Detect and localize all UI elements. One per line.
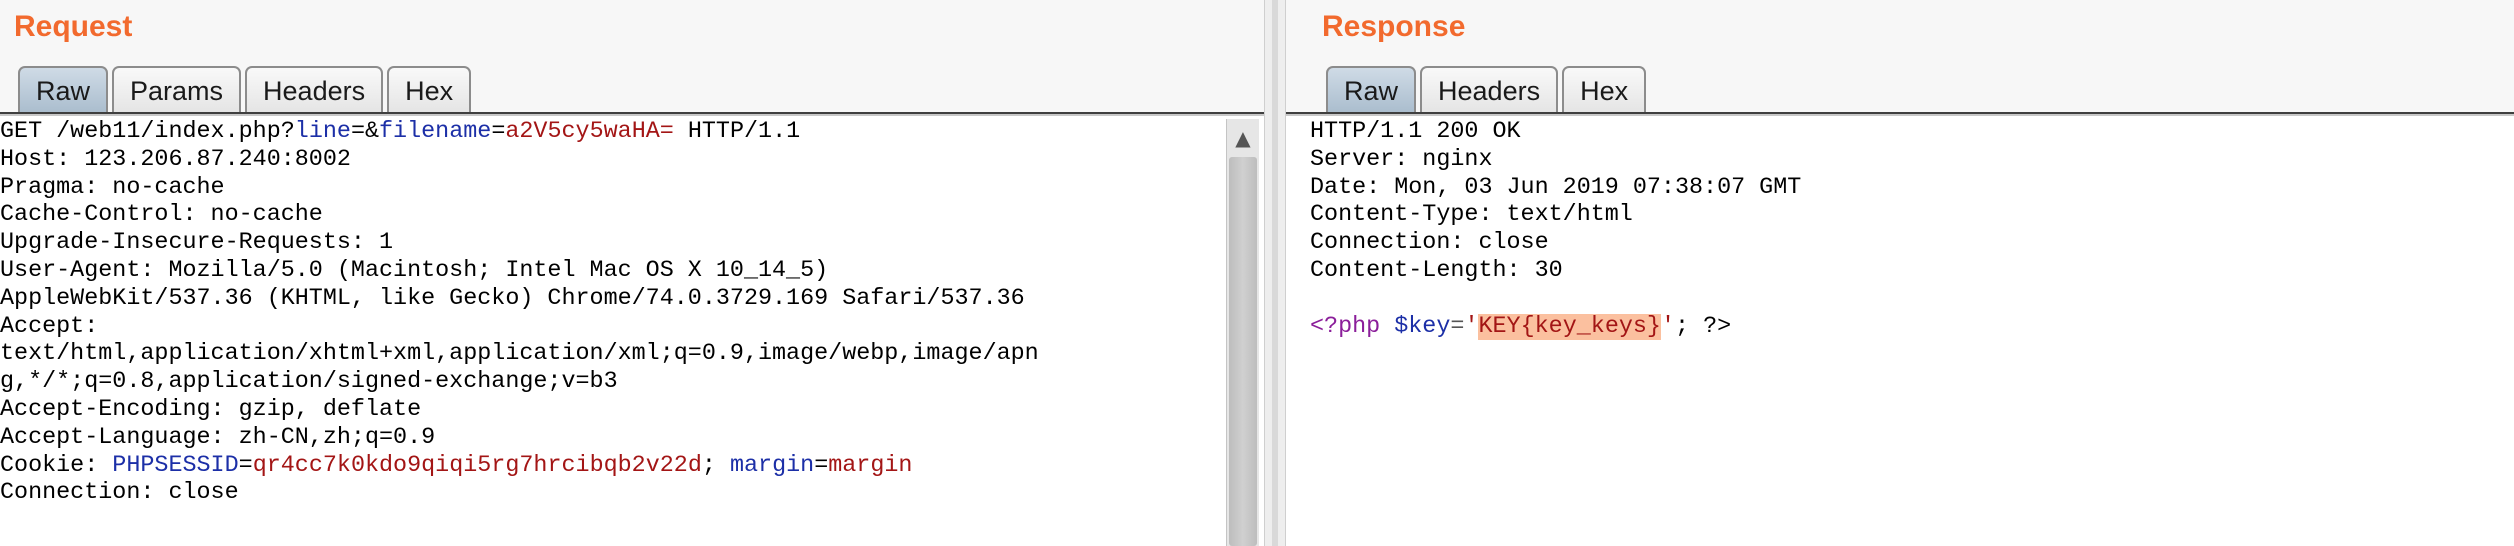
request-method-path: GET /web11/index.php? — [0, 119, 295, 145]
request-header-line: Host: 123.206.87.240:8002 — [0, 146, 351, 173]
cookie-name-phpsessid: PHPSESSID — [112, 452, 239, 479]
response-tab-divider — [1286, 112, 2514, 116]
pane-splitter[interactable] — [1264, 0, 1286, 546]
request-tabs: Raw Params Headers Hex — [18, 66, 472, 114]
response-header-line: Connection: close — [1310, 230, 1549, 257]
cookie-equals: = — [814, 452, 829, 479]
request-header-line: Connection: close — [0, 480, 239, 507]
response-tab-raw[interactable]: Raw — [1326, 66, 1417, 114]
request-pane: Request Raw Params Headers Hex GET /web1… — [0, 0, 1264, 546]
cookie-line: Cookie: PHPSESSID=qr4cc7k0kdo9qiqi5rg7hr… — [0, 453, 1039, 481]
request-title: Request — [14, 10, 133, 43]
request-header-line: Cache-Control: no-cache — [0, 202, 323, 229]
request-scrollbar[interactable]: ▲ — [1226, 119, 1259, 546]
request-line: GET /web11/index.php?line=&filename=a2V5… — [0, 119, 1039, 147]
php-close-tag: ; ?> — [1675, 313, 1732, 340]
response-body-line: <?php $key='KEY{key_keys}'; ?> — [1310, 313, 1801, 342]
flag-value: KEY{key_keys} — [1478, 313, 1661, 340]
cookie-label: Cookie: — [0, 452, 113, 479]
response-editor[interactable]: HTTP/1.1 200 OK Server: nginx Date: Mon, 0… — [1310, 119, 1801, 341]
php-variable: $key — [1394, 313, 1451, 340]
php-open-tag: <?php — [1310, 313, 1381, 340]
cookie-separator: ; — [701, 452, 730, 479]
response-header-line: Content-Type: text/html — [1310, 202, 1633, 229]
request-header-line: Pragma: no-cache — [0, 174, 225, 201]
php-space — [1380, 314, 1394, 340]
cookie-name-margin: margin — [729, 452, 815, 479]
request-header-line: text/html,application/xhtml+xml,applicat… — [0, 341, 1039, 368]
response-tabs: Raw Headers Hex — [1326, 66, 1647, 114]
param-name-line: line — [294, 119, 351, 145]
request-tab-raw[interactable]: Raw — [18, 66, 109, 114]
http-version: HTTP/1.1 — [673, 119, 801, 145]
scrollbar-thumb[interactable] — [1229, 157, 1257, 546]
response-pane: Response Raw Headers Hex HTTP/1.1 200 OK… — [1286, 0, 2514, 546]
response-title: Response — [1322, 10, 1466, 43]
request-header-line: Accept-Language: zh-CN,zh;q=0.9 — [0, 424, 436, 451]
php-quote: ' — [1660, 313, 1676, 340]
param-name-filename: filename — [379, 119, 492, 145]
cookie-value-margin: margin — [828, 452, 913, 479]
request-header-line: g,*/*;q=0.8,application/signed-exchange;… — [0, 369, 618, 396]
response-header-line: Date: Mon, 03 Jun 2019 07:38:07 GMT — [1310, 174, 1802, 201]
param-separator: =& — [350, 119, 380, 145]
request-header-line: AppleWebKit/537.36 (KHTML, like Gecko) C… — [0, 285, 1025, 312]
cookie-equals: = — [238, 452, 253, 479]
response-header-line: Content-Length: 30 — [1310, 257, 1563, 284]
splitter-grip[interactable] — [1272, 0, 1278, 546]
response-header-line: Server: nginx — [1310, 146, 1493, 173]
request-tab-params[interactable]: Params — [112, 66, 242, 114]
request-header-line: Upgrade-Insecure-Requests: 1 — [0, 230, 394, 257]
php-quote: ' — [1464, 313, 1479, 340]
php-assign: = — [1450, 313, 1465, 340]
request-editor[interactable]: GET /web11/index.php?line=&filename=a2V5… — [0, 119, 1039, 508]
request-header-line: Accept: — [0, 313, 99, 340]
request-header-line: Accept-Encoding: gzip, deflate — [0, 396, 422, 423]
request-tab-hex[interactable]: Hex — [387, 66, 472, 114]
response-header-line: HTTP/1.1 200 OK — [1310, 119, 1521, 145]
up-arrow-icon[interactable]: ▲ — [1227, 125, 1259, 151]
param-equals: = — [491, 119, 506, 145]
response-tab-hex[interactable]: Hex — [1562, 66, 1647, 114]
request-tab-divider — [0, 112, 1264, 116]
request-header-line: User-Agent: Mozilla/5.0 (Macintosh; Inte… — [0, 257, 829, 284]
request-tab-headers[interactable]: Headers — [245, 66, 384, 114]
param-value-filename: a2V5cy5waHA= — [505, 119, 674, 145]
response-tab-headers[interactable]: Headers — [1420, 66, 1559, 114]
cookie-value-phpsessid: qr4cc7k0kdo9qiqi5rg7hrcibqb2v22d — [252, 452, 702, 479]
